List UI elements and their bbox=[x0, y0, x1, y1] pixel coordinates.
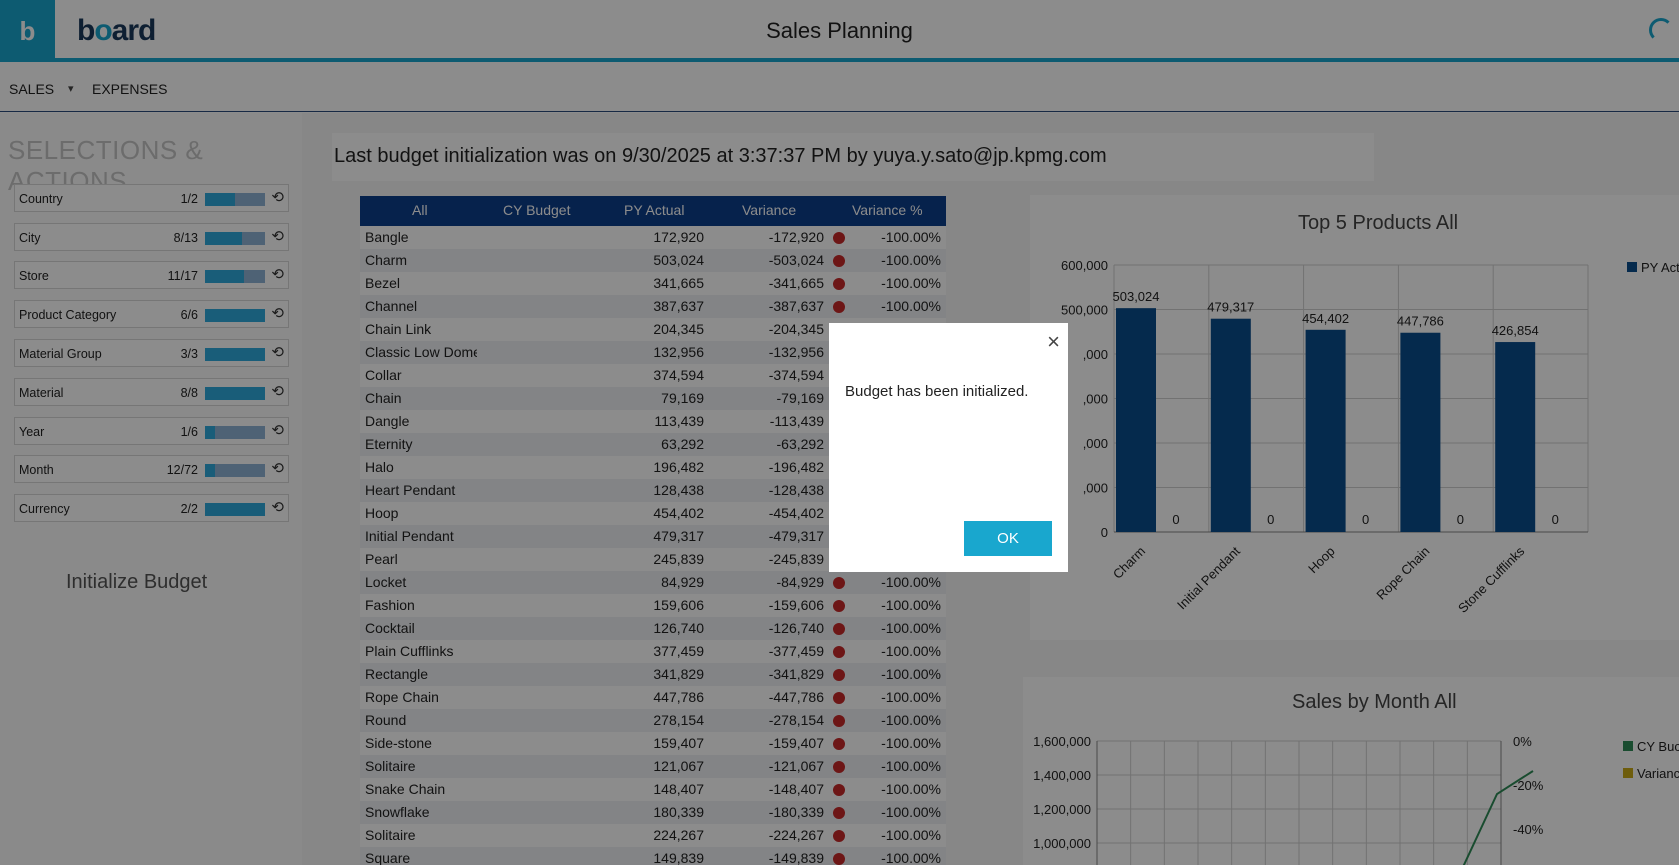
close-icon[interactable]: × bbox=[1047, 331, 1060, 353]
ok-button[interactable]: OK bbox=[964, 521, 1052, 556]
budget-initialized-dialog: × Budget has been initialized. OK bbox=[829, 323, 1068, 572]
dialog-message: Budget has been initialized. bbox=[845, 383, 1029, 400]
